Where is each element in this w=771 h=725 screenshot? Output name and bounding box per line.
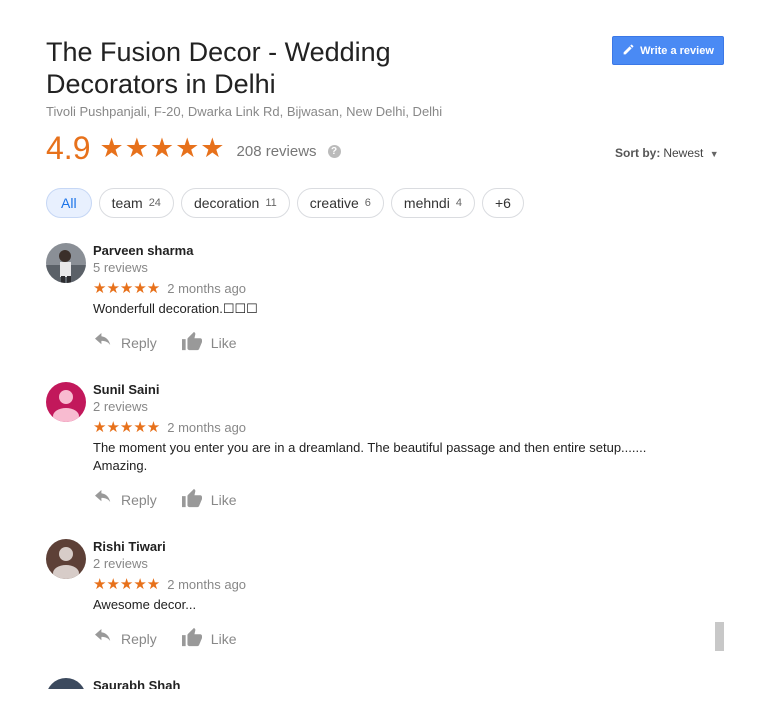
thumbs-up-icon — [181, 331, 203, 354]
rating-stars: ★★★★★ — [99, 133, 226, 163]
thumbs-up-icon — [181, 488, 203, 511]
sort-label: Sort by: — [615, 146, 661, 160]
review-text: The moment you enter you are in a dreaml… — [93, 440, 647, 473]
review-text: Awesome decor... — [93, 597, 197, 612]
chip-creative[interactable]: creative 6 — [296, 188, 384, 218]
avatar[interactable] — [46, 382, 86, 422]
chip-count: 6 — [364, 197, 371, 209]
reply-button[interactable]: Reply — [93, 333, 157, 352]
place-header: The Fusion Decor - Wedding Decorators in… — [46, 36, 466, 119]
review-text: Wonderfull decoration.☐☐☐ — [93, 301, 258, 316]
reply-label: Reply — [121, 334, 157, 351]
chip-count: 11 — [265, 197, 277, 209]
rating-summary: 4.9 ★★★★★ 208 reviews ? — [46, 130, 341, 167]
review-date: 2 months ago — [167, 280, 247, 296]
page-title: The Fusion Decor - Wedding Decorators in… — [46, 37, 391, 99]
reviewer-count: 2 reviews — [93, 399, 148, 414]
like-button[interactable]: Like — [181, 488, 237, 511]
chip-label: team — [111, 195, 143, 211]
reviewer-name[interactable]: Parveen sharma — [93, 243, 693, 258]
reviewer-count: 5 reviews — [93, 260, 148, 275]
reply-button[interactable]: Reply — [93, 629, 157, 648]
chip-all[interactable]: All — [46, 188, 92, 218]
review-stars: ★★★★★ — [93, 419, 161, 436]
avatar[interactable] — [46, 243, 86, 283]
chip-team[interactable]: team 24 — [98, 188, 174, 218]
scrollbar-thumb[interactable] — [715, 622, 724, 651]
chip-label: mehndi — [403, 195, 450, 211]
chip-decoration[interactable]: decoration 11 — [180, 188, 290, 218]
chip-count: 24 — [148, 197, 161, 209]
review-date: 2 months ago — [167, 576, 247, 592]
chip-label: All — [61, 195, 77, 211]
review-stars: ★★★★★ — [93, 576, 161, 593]
review-count: 208 reviews — [236, 143, 317, 160]
reply-icon — [93, 629, 113, 648]
avatar[interactable] — [46, 678, 86, 689]
review-body: Sunil Saini 2 reviews ★★★★★ 2 months ago… — [93, 382, 693, 511]
rating-value: 4.9 — [46, 130, 91, 166]
help-icon[interactable]: ? — [327, 145, 341, 158]
like-button[interactable]: Like — [181, 331, 237, 354]
chip-label: decoration — [193, 195, 260, 211]
like-label: Like — [210, 334, 237, 351]
like-label: Like — [210, 491, 237, 508]
avatar[interactable] — [46, 539, 86, 579]
review-body: Saurabh Shah — [93, 678, 693, 689]
sort-value: Newest — [663, 146, 704, 160]
topic-chips: All team 24 decoration 11 creative 6 meh… — [46, 188, 524, 218]
chip-more[interactable]: +6 — [481, 188, 524, 218]
review-stars: ★★★★★ — [93, 280, 161, 297]
sort-dropdown[interactable]: Sort by: Newest ▼ — [615, 146, 719, 160]
chip-label: +6 — [494, 195, 511, 211]
chip-label: creative — [309, 195, 359, 211]
pencil-icon — [622, 43, 635, 59]
write-review-label: Write a review — [640, 44, 714, 57]
reply-icon — [93, 490, 113, 509]
caret-down-icon: ▼ — [709, 149, 719, 159]
review-date: 2 months ago — [167, 419, 247, 435]
reply-button[interactable]: Reply — [93, 490, 157, 509]
reply-label: Reply — [121, 491, 157, 508]
reviewer-name[interactable]: Sunil Saini — [93, 382, 693, 397]
review-body: Parveen sharma 5 reviews ★★★★★ 2 months … — [93, 243, 693, 354]
chip-mehndi[interactable]: mehndi 4 — [390, 188, 475, 218]
like-button[interactable]: Like — [181, 627, 237, 650]
place-address: Tivoli Pushpanjali, F-20, Dwarka Link Rd… — [46, 104, 443, 119]
reviewer-name[interactable]: Rishi Tiwari — [93, 539, 693, 554]
reply-label: Reply — [121, 630, 157, 647]
like-label: Like — [210, 630, 237, 647]
write-review-button[interactable]: Write a review — [612, 36, 724, 65]
reviewer-name[interactable]: Saurabh Shah — [93, 678, 693, 689]
thumbs-up-icon — [181, 627, 203, 650]
reviewer-count: 2 reviews — [93, 556, 148, 571]
review-body: Rishi Tiwari 2 reviews ★★★★★ 2 months ag… — [93, 539, 693, 650]
reply-icon — [93, 333, 113, 352]
chip-count: 4 — [455, 197, 462, 209]
